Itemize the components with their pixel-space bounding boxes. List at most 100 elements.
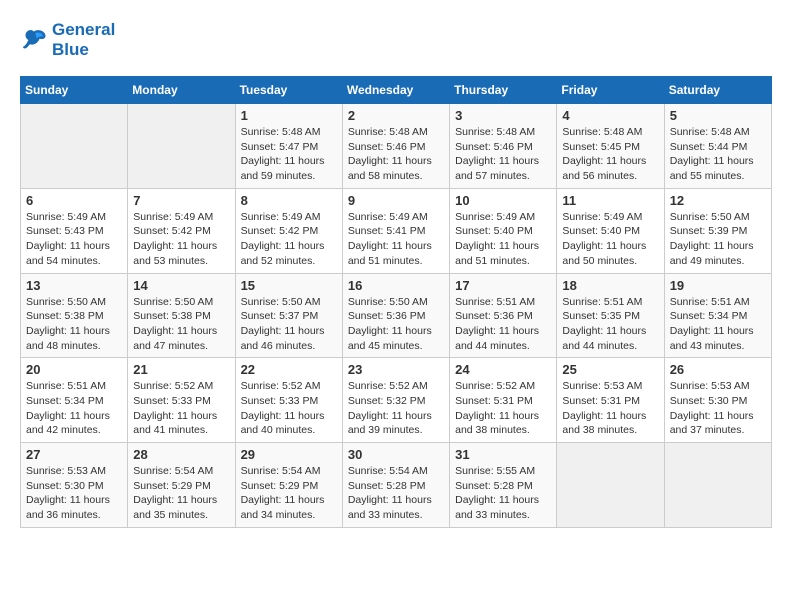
weekday-header: Friday	[557, 77, 664, 104]
calendar-cell: 24 Sunrise: 5:52 AM Sunset: 5:31 PM Dayli…	[450, 358, 557, 443]
calendar-cell: 22Sunrise: 5:52 AM Sunset: 5:33 PM Dayli…	[235, 358, 342, 443]
day-info: Sunrise: 5:49 AM Sunset: 5:41 PM Dayligh…	[348, 210, 444, 269]
calendar-cell: 30 Sunrise: 5:54 AM Sunset: 5:28 PM Dayli…	[342, 443, 449, 528]
calendar-cell: 11 Sunrise: 5:49 AM Sunset: 5:40 PM Dayli…	[557, 188, 664, 273]
day-number: 24	[455, 362, 551, 377]
calendar-cell: 25 Sunrise: 5:53 AM Sunset: 5:31 PM Dayli…	[557, 358, 664, 443]
day-info: Sunrise: 5:53 AM Sunset: 5:31 PM Dayligh…	[562, 379, 658, 438]
day-info: Sunrise: 5:49 AM Sunset: 5:42 PM Dayligh…	[133, 210, 229, 269]
calendar-week-row: 1 Sunrise: 5:48 AM Sunset: 5:47 PM Daylig…	[21, 104, 772, 189]
day-info: Sunrise: 5:48 AM Sunset: 5:46 PM Dayligh…	[348, 125, 444, 184]
weekday-header: Wednesday	[342, 77, 449, 104]
day-number: 17	[455, 278, 551, 293]
weekday-header: Saturday	[664, 77, 771, 104]
day-number: 26	[670, 362, 766, 377]
day-number: 13	[26, 278, 122, 293]
day-info: Sunrise: 5:49 AM Sunset: 5:40 PM Dayligh…	[455, 210, 551, 269]
calendar-cell: 9 Sunrise: 5:49 AM Sunset: 5:41 PM Daylig…	[342, 188, 449, 273]
day-number: 4	[562, 108, 658, 123]
logo-text: General Blue	[52, 20, 115, 60]
calendar-cell: 23Sunrise: 5:52 AM Sunset: 5:32 PM Dayli…	[342, 358, 449, 443]
day-info: Sunrise: 5:51 AM Sunset: 5:35 PM Dayligh…	[562, 295, 658, 354]
calendar-week-row: 13 Sunrise: 5:50 AM Sunset: 5:38 PM Dayli…	[21, 273, 772, 358]
day-number: 9	[348, 193, 444, 208]
calendar-cell: 7 Sunrise: 5:49 AM Sunset: 5:42 PM Daylig…	[128, 188, 235, 273]
day-info: Sunrise: 5:48 AM Sunset: 5:47 PM Dayligh…	[241, 125, 337, 184]
day-info: Sunrise: 5:51 AM Sunset: 5:36 PM Dayligh…	[455, 295, 551, 354]
day-info: Sunrise: 5:54 AM Sunset: 5:28 PM Dayligh…	[348, 464, 444, 523]
day-info: Sunrise: 5:51 AM Sunset: 5:34 PM Dayligh…	[26, 379, 122, 438]
weekday-header: Thursday	[450, 77, 557, 104]
calendar-cell	[128, 104, 235, 189]
day-number: 2	[348, 108, 444, 123]
calendar-week-row: 20 Sunrise: 5:51 AM Sunset: 5:34 PM Dayli…	[21, 358, 772, 443]
calendar-cell: 17 Sunrise: 5:51 AM Sunset: 5:36 PM Dayli…	[450, 273, 557, 358]
calendar-cell: 3 Sunrise: 5:48 AM Sunset: 5:46 PM Daylig…	[450, 104, 557, 189]
day-number: 1	[241, 108, 337, 123]
day-number: 22	[241, 362, 337, 377]
day-number: 6	[26, 193, 122, 208]
calendar-cell: 31 Sunrise: 5:55 AM Sunset: 5:28 PM Dayli…	[450, 443, 557, 528]
weekday-header: Monday	[128, 77, 235, 104]
day-number: 11	[562, 193, 658, 208]
calendar-cell	[21, 104, 128, 189]
day-info: Sunrise: 5:49 AM Sunset: 5:40 PM Dayligh…	[562, 210, 658, 269]
day-number: 31	[455, 447, 551, 462]
day-number: 21	[133, 362, 229, 377]
logo-icon	[20, 26, 48, 54]
day-info: Sunrise: 5:48 AM Sunset: 5:44 PM Dayligh…	[670, 125, 766, 184]
calendar-cell: 8Sunrise: 5:49 AM Sunset: 5:42 PM Daylig…	[235, 188, 342, 273]
day-info: Sunrise: 5:52 AM Sunset: 5:33 PM Dayligh…	[133, 379, 229, 438]
logo: General Blue	[20, 20, 115, 60]
day-info: Sunrise: 5:48 AM Sunset: 5:45 PM Dayligh…	[562, 125, 658, 184]
calendar-cell: 28 Sunrise: 5:54 AM Sunset: 5:29 PM Dayli…	[128, 443, 235, 528]
calendar-table: SundayMondayTuesdayWednesdayThursdayFrid…	[20, 76, 772, 528]
calendar-cell: 14Sunrise: 5:50 AM Sunset: 5:38 PM Dayli…	[128, 273, 235, 358]
calendar-cell: 26 Sunrise: 5:53 AM Sunset: 5:30 PM Dayli…	[664, 358, 771, 443]
day-number: 25	[562, 362, 658, 377]
day-info: Sunrise: 5:54 AM Sunset: 5:29 PM Dayligh…	[241, 464, 337, 523]
day-number: 12	[670, 193, 766, 208]
day-number: 18	[562, 278, 658, 293]
calendar-cell: 15 Sunrise: 5:50 AM Sunset: 5:37 PM Dayli…	[235, 273, 342, 358]
calendar-cell: 21 Sunrise: 5:52 AM Sunset: 5:33 PM Dayli…	[128, 358, 235, 443]
day-number: 29	[241, 447, 337, 462]
calendar-cell: 27Sunrise: 5:53 AM Sunset: 5:30 PM Dayli…	[21, 443, 128, 528]
calendar-week-row: 27Sunrise: 5:53 AM Sunset: 5:30 PM Dayli…	[21, 443, 772, 528]
day-info: Sunrise: 5:51 AM Sunset: 5:34 PM Dayligh…	[670, 295, 766, 354]
day-number: 14	[133, 278, 229, 293]
day-number: 28	[133, 447, 229, 462]
day-number: 19	[670, 278, 766, 293]
calendar-cell: 5Sunrise: 5:48 AM Sunset: 5:44 PM Daylig…	[664, 104, 771, 189]
day-info: Sunrise: 5:55 AM Sunset: 5:28 PM Dayligh…	[455, 464, 551, 523]
weekday-header: Sunday	[21, 77, 128, 104]
day-info: Sunrise: 5:50 AM Sunset: 5:37 PM Dayligh…	[241, 295, 337, 354]
calendar-cell: 20 Sunrise: 5:51 AM Sunset: 5:34 PM Dayli…	[21, 358, 128, 443]
day-info: Sunrise: 5:50 AM Sunset: 5:38 PM Dayligh…	[26, 295, 122, 354]
calendar-cell: 13 Sunrise: 5:50 AM Sunset: 5:38 PM Dayli…	[21, 273, 128, 358]
day-number: 8	[241, 193, 337, 208]
calendar-body: 1 Sunrise: 5:48 AM Sunset: 5:47 PM Daylig…	[21, 104, 772, 528]
calendar-cell: 16Sunrise: 5:50 AM Sunset: 5:36 PM Dayli…	[342, 273, 449, 358]
day-info: Sunrise: 5:53 AM Sunset: 5:30 PM Dayligh…	[670, 379, 766, 438]
calendar-cell: 1 Sunrise: 5:48 AM Sunset: 5:47 PM Daylig…	[235, 104, 342, 189]
day-number: 7	[133, 193, 229, 208]
calendar-cell	[664, 443, 771, 528]
calendar-cell: 19 Sunrise: 5:51 AM Sunset: 5:34 PM Dayli…	[664, 273, 771, 358]
calendar-cell: 18 Sunrise: 5:51 AM Sunset: 5:35 PM Dayli…	[557, 273, 664, 358]
day-info: Sunrise: 5:54 AM Sunset: 5:29 PM Dayligh…	[133, 464, 229, 523]
day-info: Sunrise: 5:48 AM Sunset: 5:46 PM Dayligh…	[455, 125, 551, 184]
day-number: 30	[348, 447, 444, 462]
day-info: Sunrise: 5:50 AM Sunset: 5:39 PM Dayligh…	[670, 210, 766, 269]
page-header: General Blue	[20, 20, 772, 60]
day-info: Sunrise: 5:52 AM Sunset: 5:31 PM Dayligh…	[455, 379, 551, 438]
calendar-cell: 12 Sunrise: 5:50 AM Sunset: 5:39 PM Dayli…	[664, 188, 771, 273]
weekday-header: Tuesday	[235, 77, 342, 104]
calendar-week-row: 6 Sunrise: 5:49 AM Sunset: 5:43 PM Daylig…	[21, 188, 772, 273]
day-info: Sunrise: 5:50 AM Sunset: 5:36 PM Dayligh…	[348, 295, 444, 354]
day-number: 3	[455, 108, 551, 123]
day-number: 15	[241, 278, 337, 293]
day-info: Sunrise: 5:49 AM Sunset: 5:43 PM Dayligh…	[26, 210, 122, 269]
calendar-cell: 29 Sunrise: 5:54 AM Sunset: 5:29 PM Dayli…	[235, 443, 342, 528]
day-number: 20	[26, 362, 122, 377]
